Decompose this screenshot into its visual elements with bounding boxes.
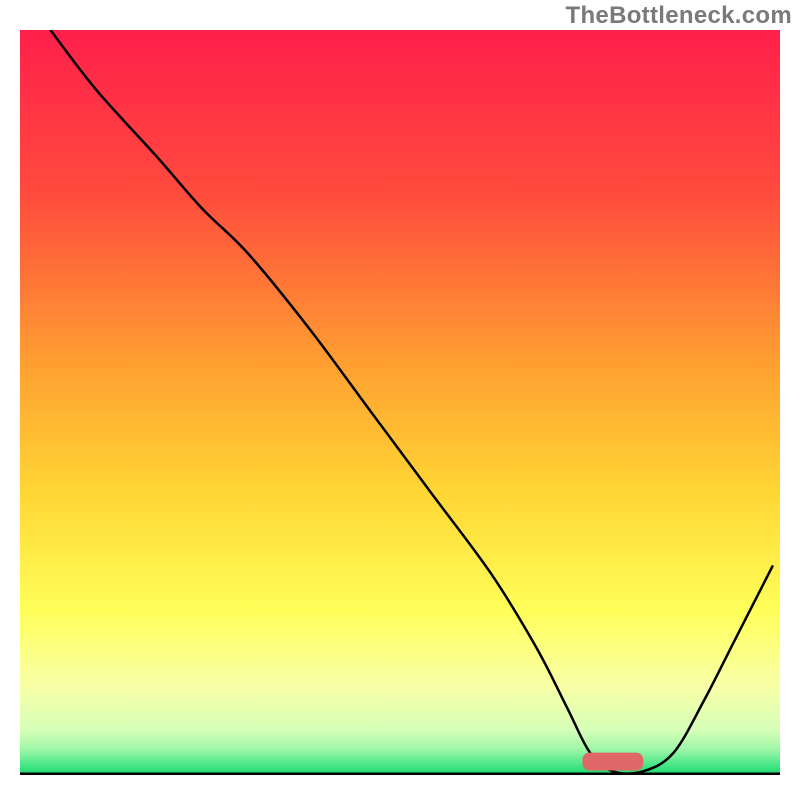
bottleneck-chart: [20, 30, 780, 775]
chart-stage: TheBottleneck.com: [0, 0, 800, 800]
plot-area: [20, 30, 780, 775]
watermark-text: TheBottleneck.com: [566, 2, 792, 30]
optimal-range-marker: [582, 753, 643, 771]
gradient-background: [20, 30, 780, 775]
